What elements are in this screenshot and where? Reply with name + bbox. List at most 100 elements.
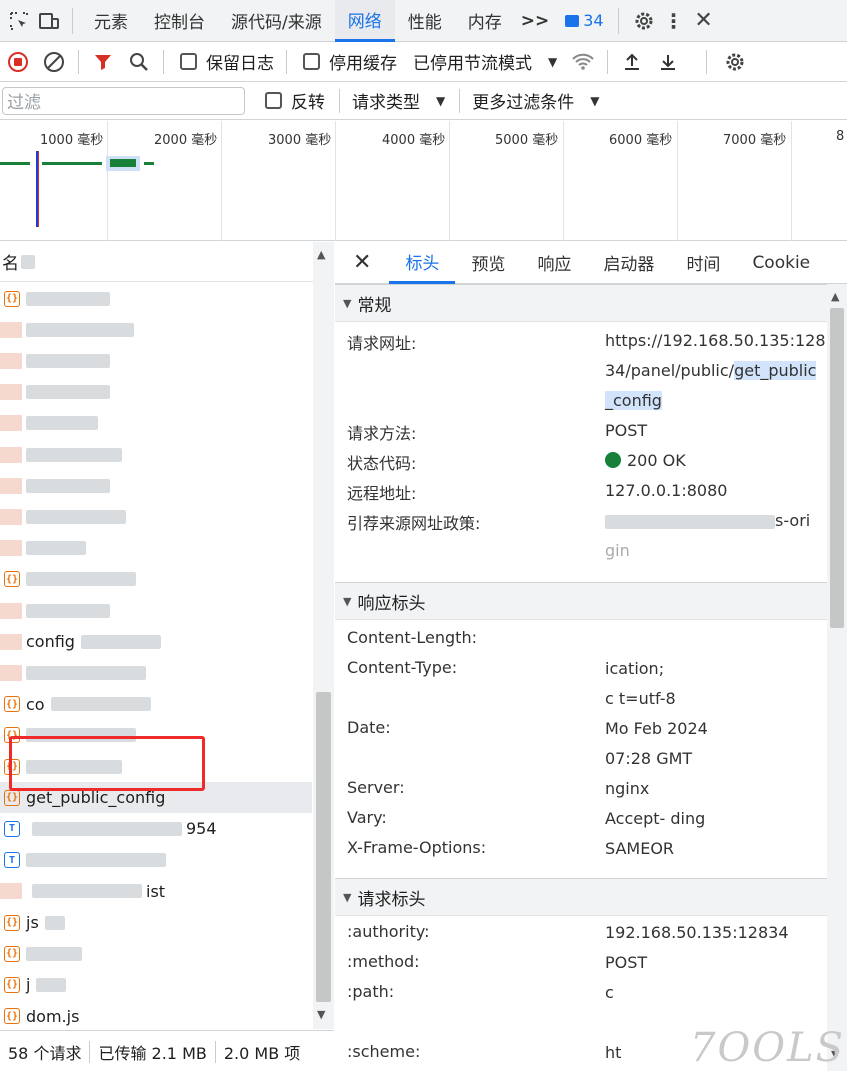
timeline-tick: 6000 毫秒 bbox=[609, 133, 673, 148]
tab-response[interactable]: 响应 bbox=[521, 242, 587, 284]
request-name: ist bbox=[146, 881, 166, 901]
request-list-scrollbar[interactable]: ▲ ▼ bbox=[313, 242, 334, 1029]
redacted-text bbox=[26, 665, 146, 680]
network-settings-gear-icon[interactable] bbox=[717, 44, 753, 80]
general-section-header[interactable]: ▼ 常规 bbox=[335, 284, 847, 322]
import-har-icon[interactable] bbox=[614, 44, 650, 80]
request-row[interactable]: T bbox=[0, 845, 312, 876]
tab-memory[interactable]: 内存 bbox=[455, 0, 515, 42]
request-method-label: 请求方法: bbox=[347, 424, 417, 443]
redacted-text bbox=[26, 385, 110, 400]
scroll-down-icon[interactable]: ▼ bbox=[317, 1008, 325, 1021]
response-headers-section-header[interactable]: ▼ 响应标头 bbox=[335, 582, 847, 620]
request-row[interactable]: {} bbox=[0, 283, 312, 314]
file-icon bbox=[0, 883, 22, 900]
request-row[interactable] bbox=[0, 314, 312, 345]
header-key: X-Frame-Options: bbox=[347, 838, 487, 857]
tab-network[interactable]: 网络 bbox=[334, 0, 395, 42]
redacted-text bbox=[32, 884, 142, 899]
disable-cache-checkbox[interactable] bbox=[303, 53, 320, 70]
settings-gear-icon[interactable] bbox=[629, 6, 659, 36]
tab-headers[interactable]: 标头 bbox=[389, 242, 456, 284]
request-row[interactable]: {} co bbox=[0, 689, 312, 720]
redacted-text bbox=[26, 353, 110, 368]
redacted-text bbox=[26, 478, 110, 493]
close-details-icon[interactable]: ✕ bbox=[335, 242, 389, 284]
request-count: 58 个请求 bbox=[8, 1043, 82, 1063]
request-row[interactable] bbox=[0, 595, 312, 626]
timeline-tick: 2000 毫秒 bbox=[154, 133, 218, 148]
filter-input[interactable]: 过滤 bbox=[2, 86, 245, 115]
filter-funnel-icon[interactable] bbox=[85, 44, 121, 80]
network-overview-timeline[interactable]: 1000 毫秒 2000 毫秒 3000 毫秒 4000 毫秒 5000 毫秒 … bbox=[0, 121, 847, 241]
redacted-text bbox=[26, 603, 110, 618]
script-file-icon: {} bbox=[4, 571, 20, 588]
request-row[interactable] bbox=[0, 501, 312, 532]
tab-initiator[interactable]: 启动器 bbox=[587, 242, 670, 284]
tab-timing[interactable]: 时间 bbox=[670, 242, 736, 284]
throttling-select[interactable]: 已停用节流模式 ▼ bbox=[413, 49, 557, 74]
messages-badge[interactable]: 34 bbox=[565, 11, 604, 30]
kebab-menu-icon[interactable]: ⋮ bbox=[659, 6, 689, 36]
scroll-up-icon[interactable]: ▲ bbox=[831, 290, 839, 303]
close-devtools-icon[interactable]: ✕ bbox=[689, 6, 719, 36]
redacted-text bbox=[26, 853, 166, 868]
invert-checkbox[interactable] bbox=[265, 92, 282, 109]
request-row[interactable] bbox=[0, 533, 312, 564]
request-headers-section-header[interactable]: ▼ 请求标头 bbox=[335, 878, 847, 916]
tab-performance[interactable]: 性能 bbox=[395, 0, 455, 42]
search-icon[interactable] bbox=[121, 44, 157, 80]
request-row[interactable]: {} bbox=[0, 938, 312, 969]
clear-icon[interactable] bbox=[36, 44, 72, 80]
details-scrollbar[interactable]: ▲ ▼ bbox=[827, 284, 847, 1071]
export-har-icon[interactable] bbox=[650, 44, 686, 80]
file-icon bbox=[0, 633, 22, 650]
header-value: POST bbox=[605, 953, 648, 972]
file-icon bbox=[0, 384, 22, 401]
tab-preview[interactable]: 预览 bbox=[455, 242, 521, 284]
more-filters-select[interactable]: 更多过滤条件 ▼ bbox=[472, 88, 599, 113]
more-tabs-button[interactable]: >> bbox=[515, 0, 556, 42]
file-icon bbox=[0, 664, 22, 681]
request-row[interactable] bbox=[0, 377, 312, 408]
response-headers-section: Content-Length: Content-Type: ication; c t=… bbox=[335, 620, 847, 878]
request-row[interactable]: {} bbox=[0, 564, 312, 595]
request-row[interactable] bbox=[0, 439, 312, 470]
status-code-label: 状态代码: bbox=[347, 454, 417, 473]
name-column-header[interactable]: 名 bbox=[0, 242, 333, 282]
request-row[interactable]: ist bbox=[0, 876, 312, 907]
file-icon bbox=[0, 352, 22, 369]
request-row[interactable]: {} js bbox=[0, 907, 312, 938]
request-row[interactable]: config bbox=[0, 626, 312, 657]
request-row[interactable]: T 954 bbox=[0, 813, 312, 844]
device-toolbar-icon[interactable] bbox=[34, 6, 64, 36]
request-row[interactable]: {} dom.js bbox=[0, 1001, 312, 1029]
scroll-up-icon[interactable]: ▲ bbox=[317, 248, 325, 261]
timeline-waterfall-bar bbox=[0, 162, 30, 165]
request-row[interactable] bbox=[0, 470, 312, 501]
timeline-tick: 4000 毫秒 bbox=[382, 133, 446, 148]
script-file-icon: {} bbox=[4, 789, 20, 806]
request-row[interactable] bbox=[0, 345, 312, 376]
tab-console[interactable]: 控制台 bbox=[141, 0, 218, 42]
header-value: 07:28 GMT bbox=[605, 749, 693, 768]
resources-size: 2.0 MB 项 bbox=[223, 1043, 301, 1063]
tab-cookies[interactable]: Cookie bbox=[736, 242, 826, 284]
tab-elements[interactable]: 元素 bbox=[81, 0, 141, 42]
request-row[interactable] bbox=[0, 408, 312, 439]
request-types-select[interactable]: 请求类型 ▼ bbox=[352, 88, 445, 113]
scrollbar-thumb[interactable] bbox=[830, 308, 844, 628]
request-row[interactable] bbox=[0, 657, 312, 688]
file-icon bbox=[0, 415, 22, 432]
request-url-value[interactable]: https://192.168.50.135:128 34/panel/publ… bbox=[605, 326, 827, 416]
inspect-element-icon[interactable] bbox=[4, 6, 34, 36]
record-stop-icon[interactable] bbox=[0, 44, 36, 80]
document-file-icon: T bbox=[4, 852, 20, 869]
header-value: 192.168.50.135:12834 bbox=[605, 923, 789, 942]
wifi-conditions-icon[interactable] bbox=[565, 44, 601, 80]
tab-sources[interactable]: 源代码/来源 bbox=[218, 0, 335, 42]
scrollbar-thumb[interactable] bbox=[316, 692, 331, 1002]
preserve-log-checkbox[interactable] bbox=[180, 53, 197, 70]
request-row[interactable]: {} j bbox=[0, 969, 312, 1000]
header-key: :path: bbox=[347, 982, 395, 1001]
